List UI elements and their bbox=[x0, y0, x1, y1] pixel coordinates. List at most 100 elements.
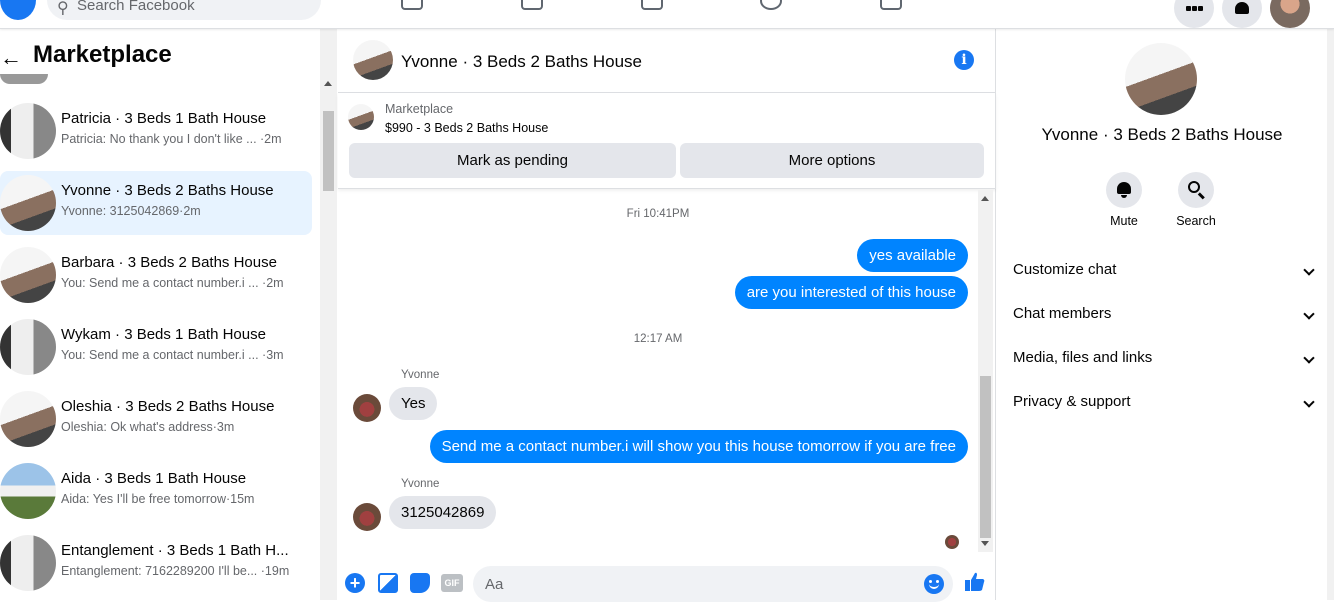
list-item[interactable]: Patricia · 3 Beds 1 Bath House Patricia:… bbox=[0, 99, 312, 163]
facebook-logo-icon[interactable] bbox=[0, 0, 36, 20]
home-icon[interactable] bbox=[401, 0, 423, 10]
search-icon: ⚲ bbox=[57, 0, 69, 17]
scroll-up-arrow-icon[interactable] bbox=[324, 81, 332, 86]
list-item[interactable]: Barbara · 3 Beds 2 Baths House You: Send… bbox=[0, 243, 312, 307]
notifications-button[interactable] bbox=[1222, 0, 1262, 28]
conversation-name: Aida · 3 Beds 1 Bath House bbox=[61, 470, 247, 487]
incoming-message[interactable]: 3125042869 bbox=[389, 496, 497, 529]
conversation-name: Barbara · 3 Beds 2 Baths House bbox=[61, 254, 277, 271]
mute-button[interactable]: Mute bbox=[1094, 172, 1154, 228]
bell-icon bbox=[1235, 2, 1249, 14]
house-thumbnail bbox=[0, 391, 56, 447]
conversation-preview: Oleshia: Ok what's address·3m bbox=[61, 420, 235, 434]
chevron-down-icon bbox=[1303, 396, 1315, 408]
menu-grid-button[interactable] bbox=[1174, 0, 1214, 28]
search-label: Search bbox=[1176, 214, 1216, 228]
seen-indicator-avatar bbox=[945, 535, 959, 549]
list-item[interactable]: Wykam · 3 Beds 1 Bath House You: Send me… bbox=[0, 315, 312, 379]
scrollbar-thumb[interactable] bbox=[323, 111, 334, 191]
emoji-icon[interactable] bbox=[924, 574, 944, 594]
more-options-button[interactable]: More options bbox=[680, 143, 984, 178]
conversation-name: Oleshia · 3 Beds 2 Baths House bbox=[61, 398, 275, 415]
search-placeholder: Search Facebook bbox=[77, 0, 195, 14]
mark-as-pending-button[interactable]: Mark as pending bbox=[349, 143, 676, 178]
details-avatar[interactable] bbox=[1125, 43, 1197, 115]
thumbs-up-icon[interactable] bbox=[964, 571, 986, 593]
sender-avatar[interactable] bbox=[353, 394, 381, 422]
conversation-preview: You: Send me a contact number.i ... ·2m bbox=[61, 276, 284, 290]
house-thumbnail bbox=[0, 463, 56, 519]
outgoing-message[interactable]: are you interested of this house bbox=[734, 276, 968, 309]
panel-header: ← Marketplace bbox=[0, 41, 320, 73]
house-thumbnail bbox=[0, 319, 56, 375]
item-label: Customize chat bbox=[1013, 261, 1117, 278]
list-item[interactable]: Aida · 3 Beds 1 Bath House Aida: Yes I'l… bbox=[0, 459, 312, 523]
bell-icon bbox=[1106, 172, 1142, 208]
listing-price[interactable]: $990 - 3 Beds 2 Baths House bbox=[385, 121, 548, 135]
house-thumbnail bbox=[0, 103, 56, 159]
conversation-preview: You: Send me a contact number.i ... ·3m bbox=[61, 348, 284, 362]
customize-chat-item[interactable]: Customize chat bbox=[1013, 261, 1315, 285]
search-input[interactable]: ⚲ Search Facebook bbox=[47, 0, 321, 20]
sender-name: Yvonne bbox=[401, 369, 440, 381]
chevron-down-icon bbox=[1303, 308, 1315, 320]
listing-label: Marketplace bbox=[385, 102, 454, 116]
conversation-preview: Aida: Yes I'll be free tomorrow·15m bbox=[61, 492, 255, 506]
conversation-name: Entanglement · 3 Beds 1 Bath H... bbox=[61, 542, 289, 559]
list-item-active[interactable]: Yvonne · 3 Beds 2 Baths House Yvonne: 31… bbox=[0, 171, 312, 235]
profile-avatar[interactable] bbox=[1270, 0, 1310, 28]
list-item[interactable]: Entanglement · 3 Beds 1 Bath H... Entang… bbox=[0, 531, 312, 595]
search-icon bbox=[1178, 172, 1214, 208]
mute-label: Mute bbox=[1110, 214, 1138, 228]
conversation-name: Wykam · 3 Beds 1 Bath House bbox=[61, 326, 266, 343]
top-bar: ⚲ Search Facebook bbox=[0, 0, 1334, 29]
chat-avatar[interactable] bbox=[353, 40, 393, 80]
search-in-chat-button[interactable]: Search bbox=[1166, 172, 1226, 228]
groups-icon[interactable] bbox=[760, 0, 782, 10]
conversation-preview: Yvonne: 3125042869·2m bbox=[61, 204, 201, 218]
sticker-icon[interactable] bbox=[410, 573, 430, 593]
watch-icon[interactable] bbox=[521, 0, 543, 10]
item-label: Privacy & support bbox=[1013, 393, 1131, 410]
gif-icon[interactable]: GIF bbox=[441, 574, 463, 592]
house-thumbnail bbox=[0, 175, 56, 231]
media-files-links-item[interactable]: Media, files and links bbox=[1013, 349, 1315, 373]
conversation-name: Patricia · 3 Beds 1 Bath House bbox=[61, 110, 267, 127]
conversation-list-panel: ← Marketplace Patricia · 3 Beds 1 Bath H… bbox=[0, 29, 320, 600]
outgoing-message[interactable]: yes available bbox=[857, 239, 968, 272]
scrollbar-thumb[interactable] bbox=[980, 376, 991, 538]
marketplace-icon[interactable] bbox=[641, 0, 663, 10]
timestamp: 12:17 AM bbox=[633, 333, 683, 345]
list-item[interactable]: Oleshia · 3 Beds 2 Baths House Oleshia: … bbox=[0, 387, 312, 451]
photo-icon[interactable] bbox=[378, 573, 398, 593]
sender-avatar[interactable] bbox=[353, 503, 381, 531]
gaming-icon[interactable] bbox=[880, 0, 902, 10]
add-icon[interactable]: + bbox=[345, 573, 365, 593]
back-arrow-icon[interactable]: ← bbox=[0, 45, 22, 71]
sender-name: Yvonne bbox=[401, 478, 440, 490]
item-label: Chat members bbox=[1013, 305, 1112, 322]
message-thread: Fri 10:41PM yes available are you intere… bbox=[338, 190, 978, 560]
outgoing-message[interactable]: Send me a contact number.i will show you… bbox=[429, 430, 968, 463]
message-composer: + GIF Aa bbox=[338, 560, 996, 602]
conversation-list-scrollbar[interactable] bbox=[320, 29, 337, 600]
info-icon[interactable]: i bbox=[954, 50, 974, 70]
message-input[interactable]: Aa bbox=[473, 566, 953, 602]
details-scrollbar[interactable] bbox=[1327, 29, 1334, 600]
message-scrollbar[interactable] bbox=[978, 190, 993, 552]
partial-thumb bbox=[0, 74, 48, 84]
chat-title[interactable]: Yvonne · 3 Beds 2 Baths House bbox=[401, 52, 642, 72]
chat-details-panel: Yvonne · 3 Beds 2 Baths House Mute Searc… bbox=[997, 29, 1334, 600]
scroll-up-arrow-icon[interactable] bbox=[981, 196, 989, 201]
details-title: Yvonne · 3 Beds 2 Baths House bbox=[1041, 125, 1283, 144]
house-thumbnail bbox=[0, 535, 56, 591]
house-thumbnail bbox=[0, 247, 56, 303]
scroll-down-arrow-icon[interactable] bbox=[981, 541, 989, 546]
chat-header: Yvonne · 3 Beds 2 Baths House i bbox=[338, 29, 996, 93]
privacy-support-item[interactable]: Privacy & support bbox=[1013, 393, 1315, 417]
message-input-placeholder: Aa bbox=[485, 576, 504, 593]
listing-thumbnail[interactable] bbox=[348, 104, 374, 130]
chat-members-item[interactable]: Chat members bbox=[1013, 305, 1315, 329]
incoming-message[interactable]: Yes bbox=[389, 387, 438, 420]
timestamp: Fri 10:41PM bbox=[626, 208, 690, 220]
